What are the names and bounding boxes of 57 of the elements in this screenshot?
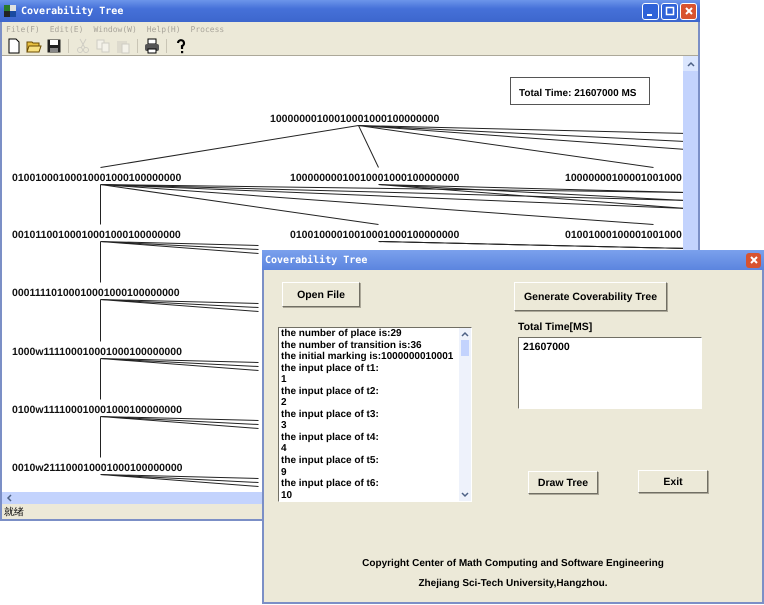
log-line: the number of place is:29 <box>281 328 403 340</box>
log-line: 10 <box>281 490 294 501</box>
print-icon[interactable] <box>144 38 160 54</box>
maximize-icon <box>664 6 674 16</box>
tree-node-label: 00101100100010001000100000000 <box>12 229 181 241</box>
close-button[interactable] <box>680 2 697 20</box>
log-line: 1 <box>281 374 288 386</box>
copyright-text: Copyright Center of Math Computing and Software Engineering <box>362 558 664 569</box>
log-list[interactable] <box>278 327 472 502</box>
save-icon[interactable] <box>46 38 62 54</box>
minimize-button[interactable] <box>642 2 659 20</box>
tree-node-label: 0100w111100010001000100000000 <box>12 404 182 416</box>
total-time-field[interactable]: 21607000 <box>518 337 702 409</box>
copyright-text: Zhejiang Sci-Tech University,Hangzhou. <box>418 578 608 589</box>
vertical-scrollbar[interactable] <box>459 328 471 501</box>
total-time-label: Total Time: 21607000 MS <box>510 77 650 105</box>
window-title: Coverability Tree <box>21 6 124 16</box>
tree-node-label: 01001000100010001000100000000 <box>12 172 182 184</box>
generate-tree-button[interactable]: Generate Coverability Tree <box>514 282 667 311</box>
tree-node-label: 01001000100001001000 <box>565 229 682 241</box>
scroll-down-icon[interactable] <box>461 491 469 499</box>
tree-node-label: 0010w211100010001000100000000 <box>12 462 183 474</box>
tree-node-label: 1000w111100010001000100000000 <box>12 346 182 358</box>
log-line: the input place of t1: <box>281 362 380 374</box>
log-line: the input place of t6: <box>281 478 380 490</box>
exit-button[interactable]: Exit <box>638 470 708 493</box>
close-icon <box>684 6 694 16</box>
tree-node-label: 00011110100010001000100000000 <box>12 287 180 299</box>
log-line: 4 <box>281 443 288 456</box>
minimize-icon <box>646 14 652 16</box>
tree-node-label: 10000000100001001000 <box>565 172 682 184</box>
open-file-button[interactable]: Open File <box>282 282 360 307</box>
close-icon <box>748 255 758 265</box>
log-line: the input place of t3: <box>281 408 380 420</box>
total-time-label: Total Time[MS] <box>518 321 594 333</box>
dialog-title: Coverability Tree <box>265 254 368 266</box>
tree-node-label: 10000000010010001000100000000 <box>290 172 460 184</box>
log-line: 9 <box>281 466 288 478</box>
log-line: 3 <box>281 420 288 432</box>
maximize-button[interactable] <box>661 2 678 20</box>
scroll-thumb[interactable] <box>461 340 469 356</box>
new-file-icon[interactable] <box>6 38 22 54</box>
log-line: the input place of t5: <box>281 455 380 467</box>
log-line: 2 <box>281 397 288 409</box>
draw-tree-button[interactable]: Draw Tree <box>528 471 598 494</box>
status-text: 就绪 <box>4 506 24 518</box>
log-line: the number of transition is:36 <box>281 340 423 352</box>
scroll-left-icon[interactable] <box>5 494 13 502</box>
tree-node-label: 10000000100010001000100000000 <box>270 113 440 125</box>
log-line: the initial marking is:1000000010001 <box>281 351 454 363</box>
tree-node-label: 01001000010010001000100000000 <box>290 229 460 241</box>
scroll-up-icon[interactable] <box>686 60 694 68</box>
scroll-up-icon[interactable] <box>461 330 469 338</box>
app-icon <box>3 4 17 18</box>
close-button[interactable] <box>746 252 761 268</box>
log-line: the input place of t4: <box>281 432 380 444</box>
log-line: the input place of t2: <box>281 386 380 398</box>
